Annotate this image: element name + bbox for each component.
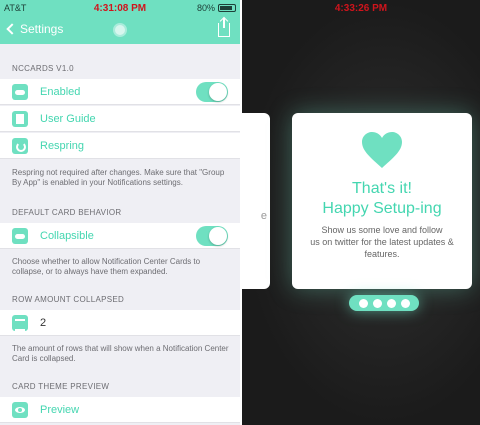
- section-footer-default-card: Choose whether to allow Notification Cen…: [12, 257, 201, 276]
- heart-icon: [362, 132, 402, 168]
- section-header-theme-preview: CARD THEME PREVIEW: [12, 382, 110, 391]
- section-footer-nccards: Respring not required after changes. Mak…: [12, 168, 225, 187]
- card-subtitle: Show us some love and follow us on twitt…: [292, 224, 472, 260]
- status-time: 4:33:26 PM: [334, 3, 388, 14]
- toggle-icon: [12, 84, 28, 100]
- page-dot[interactable]: [372, 298, 382, 308]
- cell-label: Preview: [40, 404, 80, 416]
- card-title-line2: Happy Setup-ing: [322, 200, 442, 217]
- section-header-nccards: NCCARDS V1.0: [12, 64, 74, 73]
- row-amount-value: 2: [40, 317, 47, 329]
- page-dot[interactable]: [358, 298, 368, 308]
- cell-label: Collapsible: [40, 230, 94, 242]
- settings-screen: AT&T 4:31:08 PM 80% Settings NCCARDS V1.…: [0, 0, 240, 425]
- cell-respring[interactable]: Respring: [0, 133, 240, 159]
- section-header-default-card: DEFAULT CARD BEHAVIOR: [12, 208, 122, 217]
- rows-icon: [12, 315, 28, 331]
- eye-icon: [12, 402, 28, 418]
- battery-percent: 80%: [196, 3, 215, 13]
- cell-collapsible[interactable]: Collapsible: [0, 223, 240, 249]
- setup-screen: 4:33:26 PM e That's it! Happy Setup-ing …: [242, 0, 480, 425]
- cell-row-amount[interactable]: 2: [0, 310, 240, 336]
- enabled-switch[interactable]: [196, 82, 228, 102]
- previous-card-text: e: [260, 210, 267, 222]
- share-icon[interactable]: [218, 18, 230, 37]
- status-bar: AT&T 4:31:08 PM 80%: [0, 0, 240, 18]
- card-title-line1: That's it!: [352, 180, 412, 197]
- cell-label: Enabled: [40, 86, 81, 98]
- chevron-left-icon: [6, 23, 18, 35]
- setup-card[interactable]: That's it! Happy Setup-ing Show us some …: [292, 113, 472, 289]
- page-dot[interactable]: [400, 298, 410, 308]
- page-indicator[interactable]: [349, 295, 419, 311]
- card-title: That's it! Happy Setup-ing: [292, 179, 472, 219]
- cell-user-guide[interactable]: User Guide: [0, 106, 240, 132]
- back-label: Settings: [20, 22, 64, 36]
- page-dot[interactable]: [386, 298, 396, 308]
- nav-bar: Settings: [0, 18, 240, 44]
- document-icon: [12, 111, 28, 127]
- cell-enabled[interactable]: Enabled: [0, 79, 240, 105]
- card-subtitle-line1: Show us some love and follow: [321, 225, 443, 235]
- refresh-icon: [12, 138, 28, 154]
- card-subtitle-line3: features.: [364, 249, 400, 259]
- card-subtitle-line2: us on twitter for the latest updates &: [310, 237, 454, 247]
- collapsible-switch[interactable]: [196, 226, 228, 246]
- section-header-row-amount: ROW AMOUNT COLLAPSED: [12, 295, 125, 304]
- section-footer-row-amount: The amount of rows that will show when a…: [12, 344, 229, 363]
- battery-icon: [218, 4, 236, 12]
- cell-label: Respring: [40, 140, 85, 152]
- previous-card[interactable]: e: [242, 113, 270, 289]
- toggle-icon: [12, 228, 28, 244]
- back-button[interactable]: Settings: [6, 22, 63, 36]
- app-logo-icon: [113, 23, 127, 37]
- cell-preview[interactable]: Preview: [0, 397, 240, 423]
- cell-label: User Guide: [40, 113, 96, 125]
